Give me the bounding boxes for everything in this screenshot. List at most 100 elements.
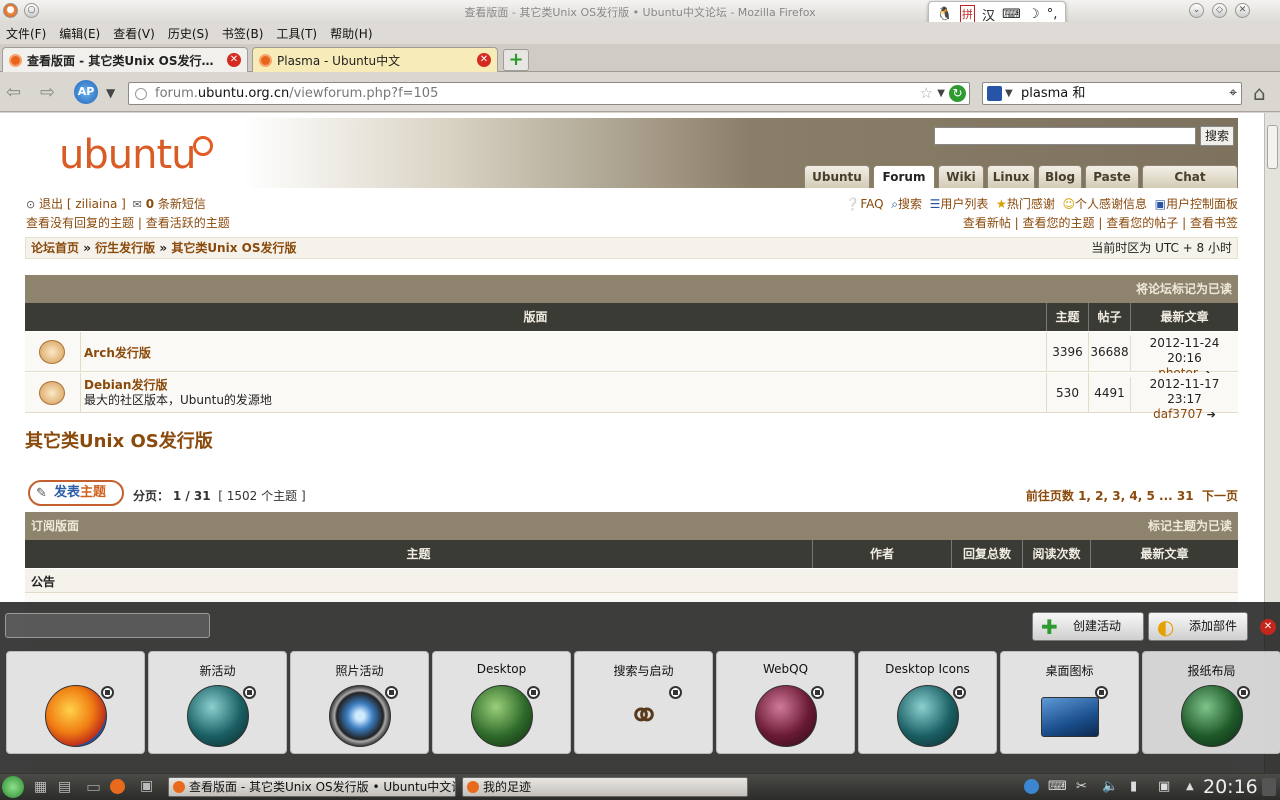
ime-pinyin-icon[interactable]: 拼 xyxy=(959,5,975,23)
home-icon[interactable]: ⌂ xyxy=(1253,81,1266,105)
your-topics-link[interactable]: 查看您的主题 xyxy=(1023,216,1095,230)
nav-tab-blog[interactable]: Blog xyxy=(1038,165,1082,188)
activity-tile[interactable]: WebQQ xyxy=(716,651,855,754)
subscribe-forum-link[interactable]: 订阅版面 xyxy=(31,519,79,533)
url-bar[interactable]: forum.ubuntu.org.cn/viewforum.php?f=105 … xyxy=(128,82,970,105)
ucp-link[interactable]: 用户控制面板 xyxy=(1166,197,1238,211)
pm-link[interactable]: 条新短信 xyxy=(154,197,206,211)
forum-name[interactable]: Arch发行版 xyxy=(84,344,151,361)
menu-bookmarks[interactable]: 书签(B) xyxy=(222,25,264,42)
kickoff-launcher-icon[interactable] xyxy=(2,776,24,798)
activity-stop-icon[interactable] xyxy=(243,686,256,699)
header-search-button[interactable]: 搜索 xyxy=(1200,126,1234,146)
top-thanks-link[interactable]: 热门感谢 xyxy=(1007,197,1055,211)
menu-help[interactable]: 帮助(H) xyxy=(330,25,372,42)
menu-file[interactable]: 文件(F) xyxy=(6,25,46,42)
crumb-current[interactable]: 其它类Unix OS发行版 xyxy=(171,241,296,255)
activity-tile[interactable]: Desktop Icons xyxy=(858,651,997,754)
firefox-launcher-icon[interactable] xyxy=(110,779,125,794)
search-engine-icon[interactable] xyxy=(987,86,1002,101)
keyboard-tray-icon[interactable]: ⌨ xyxy=(1048,779,1067,794)
nav-tab-forum[interactable]: Forum xyxy=(873,165,935,188)
menu-tools[interactable]: 工具(T) xyxy=(276,25,317,42)
pager-icon[interactable]: ▦ xyxy=(34,779,47,795)
activity-stop-icon[interactable] xyxy=(669,686,682,699)
ime-halfwidth-icon[interactable]: ☽ xyxy=(1028,7,1040,22)
forward-icon[interactable]: ⇨ xyxy=(40,82,55,103)
mark-forums-read-link[interactable]: 将论坛标记为已读 xyxy=(1136,282,1232,296)
activity-stop-icon[interactable] xyxy=(101,686,114,699)
maximize-icon[interactable]: ◇ xyxy=(1212,3,1227,18)
ime-penguin-icon[interactable]: 🐧 xyxy=(937,7,953,22)
bookmarks-link[interactable]: 查看书签 xyxy=(1190,216,1238,230)
goto-page-link[interactable]: 前往页数 xyxy=(1026,489,1074,503)
clock[interactable]: 20:16 xyxy=(1203,776,1258,798)
reload-icon[interactable]: ↻ xyxy=(949,85,966,102)
activity-tile[interactable] xyxy=(6,651,145,754)
activity-tile-current[interactable]: 报纸布局 xyxy=(1142,651,1280,754)
thanks-info-link[interactable]: 个人感谢信息 xyxy=(1075,197,1147,211)
active-topics-link[interactable]: 查看活跃的主题 xyxy=(146,216,230,230)
goto-last-post-icon[interactable]: ➔ xyxy=(1207,408,1216,421)
nav-tab-linux[interactable]: Linux xyxy=(987,165,1035,188)
history-dropdown-icon[interactable]: ▼ xyxy=(106,86,115,100)
task-firefox-forum[interactable]: 查看版面 - 其它类Unix OS发行版 • Ubuntu中文论 xyxy=(168,777,456,797)
minimize-icon[interactable]: ⌄ xyxy=(1189,3,1204,18)
logout-link[interactable]: 退出 [ ziliaina ] xyxy=(39,197,126,211)
tab-forum[interactable]: 查看版面 - 其它类Unix OS发行… ✕ xyxy=(2,47,248,72)
network-tray-icon[interactable] xyxy=(1024,779,1039,794)
panel-toolbox-icon[interactable] xyxy=(1262,778,1276,796)
file-manager-launcher-icon[interactable]: ▣ xyxy=(140,778,153,794)
page-5[interactable]: 5 xyxy=(1147,489,1155,503)
ime-chinese-icon[interactable]: 汉 xyxy=(982,5,995,24)
menu-history[interactable]: 历史(S) xyxy=(168,25,209,42)
device-tray-icon[interactable]: ▮ xyxy=(1130,779,1137,794)
activity-stop-icon[interactable] xyxy=(1095,686,1108,699)
add-widget-button[interactable]: ◐ 添加部件 xyxy=(1148,612,1248,641)
last-post-user[interactable]: daf3707 xyxy=(1153,407,1203,421)
mark-topics-read-link[interactable]: 标记主题为已读 xyxy=(1148,512,1232,540)
header-search-input[interactable] xyxy=(934,127,1196,145)
scrollbar-thumb[interactable] xyxy=(1267,125,1278,169)
activity-stop-icon[interactable] xyxy=(527,686,540,699)
crumb-index[interactable]: 论坛首页 xyxy=(31,241,79,255)
unanswered-link[interactable]: 查看没有回复的主题 xyxy=(26,216,134,230)
page-2[interactable]: 2 xyxy=(1095,489,1103,503)
activity-tile[interactable]: 照片活动 xyxy=(290,651,429,754)
ubuntu-logo[interactable]: ubuntu xyxy=(59,132,214,178)
activity-tile[interactable]: Desktop xyxy=(432,651,571,754)
ime-punct-icon[interactable]: °, xyxy=(1047,7,1058,22)
back-icon[interactable]: ⇦ xyxy=(6,82,21,103)
your-posts-link[interactable]: 查看您的帖子 xyxy=(1106,216,1178,230)
task-footprints[interactable]: 我的足迹 xyxy=(462,777,748,797)
menu-edit[interactable]: 编辑(E) xyxy=(59,25,100,42)
search-field[interactable]: ▼ plasma 和 ⌖ xyxy=(982,82,1242,105)
bookmark-star-icon[interactable]: ☆ xyxy=(920,83,933,104)
pm-count[interactable]: 0 xyxy=(146,197,154,211)
memberlist-link[interactable]: 用户列表 xyxy=(940,197,988,211)
show-desktop-icon[interactable]: ▭ xyxy=(86,777,101,796)
klipper-tray-icon[interactable]: ✂ xyxy=(1076,779,1087,794)
nav-tab-ubuntu[interactable]: Ubuntu xyxy=(804,165,870,188)
tab-plasma[interactable]: Plasma - Ubuntu中文 ✕ xyxy=(252,47,498,72)
site-identity-icon[interactable] xyxy=(135,88,147,100)
new-tab-icon[interactable]: + xyxy=(503,49,529,71)
next-page-link[interactable]: 下一页 xyxy=(1202,489,1238,503)
nav-tab-chat[interactable]: Chat xyxy=(1142,165,1238,188)
search-engine-dropdown-icon[interactable]: ▼ xyxy=(1005,83,1013,104)
expand-tray-icon[interactable]: ▲ xyxy=(1186,781,1194,792)
page-title[interactable]: 其它类Unix OS发行版 xyxy=(25,427,213,453)
menu-view[interactable]: 查看(V) xyxy=(113,25,155,42)
search-link[interactable]: 搜索 xyxy=(898,197,922,211)
ime-keyboard-icon[interactable]: ⌨ xyxy=(1002,7,1021,22)
activity-search-input[interactable] xyxy=(5,613,210,638)
tab-close-icon[interactable]: ✕ xyxy=(227,53,241,67)
nav-tab-paste[interactable]: Paste xyxy=(1085,165,1139,188)
addon-ap-icon[interactable]: AP xyxy=(74,80,98,104)
faq-link[interactable]: FAQ xyxy=(860,197,883,211)
activity-tile[interactable]: 桌面图标 xyxy=(1000,651,1139,754)
url-dropdown-icon[interactable]: ▼ xyxy=(937,83,945,104)
binoculars-icon[interactable]: ⌖ xyxy=(1229,83,1237,104)
activity-tile[interactable]: 新活动 xyxy=(148,651,287,754)
new-topic-button[interactable]: ✎ 发表主题 xyxy=(28,480,124,506)
